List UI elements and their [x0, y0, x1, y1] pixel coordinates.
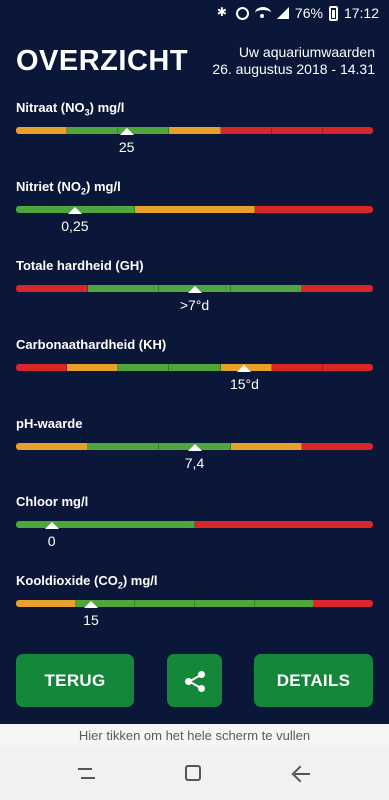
wifi-icon	[254, 7, 271, 19]
metric-row: Nitraat (NO3) mg/l 25	[16, 100, 373, 155]
alarm-icon	[235, 6, 249, 20]
metric-scale-bar	[16, 127, 373, 134]
scale-segment-red	[16, 364, 68, 371]
metric-label-unit: ) mg/l	[86, 179, 121, 194]
metric-row: Nitriet (NO2) mg/l 0,25	[16, 179, 373, 234]
metric-row: Kooldioxide (CO2) mg/l 15	[16, 573, 373, 628]
metric-label-text: Nitriet (NO	[16, 179, 81, 194]
scale-segment-red	[195, 521, 373, 528]
metric-value: >7°d	[179, 297, 210, 313]
marker-triangle-icon	[237, 365, 252, 372]
scale-segment-red	[314, 600, 373, 607]
signal-icon	[276, 7, 289, 19]
scale-segment-orange	[230, 443, 303, 450]
scale-segment-orange	[135, 206, 255, 213]
marker-triangle-icon	[187, 286, 202, 293]
metric-row: Totale hardheid (GH) >7°d	[16, 258, 373, 313]
marker-triangle-icon	[119, 128, 134, 135]
scale-segment-red	[16, 285, 88, 292]
metric-label-text: Kooldioxide (CO	[16, 573, 118, 588]
metric-value: 0	[47, 533, 56, 549]
navigation-bar	[0, 747, 389, 800]
metric-value: 0,25	[61, 218, 89, 234]
metric-label-text: Carbonaathardheid (KH)	[16, 337, 167, 352]
scale-segment-green	[67, 127, 119, 134]
metric-label: Kooldioxide (CO2) mg/l	[16, 573, 373, 591]
metric-label: pH-waarde	[16, 416, 373, 434]
scale-segment-orange	[169, 127, 221, 134]
scale-segment-red	[220, 127, 272, 134]
metric-label-text: Chloor mg/l	[16, 494, 89, 509]
scale-segment-green	[195, 600, 255, 607]
metric-row: pH-waarde 7,4	[16, 416, 373, 471]
scale-segment-green	[16, 521, 195, 528]
header-subtitle: Uw aquariumwaarden	[238, 44, 375, 60]
metric-label-text: Nitraat (NO	[16, 100, 85, 115]
scale-segment-green	[87, 443, 160, 450]
metric-label: Carbonaathardheid (KH)	[16, 337, 373, 355]
status-icons: 76% 17:12	[216, 5, 379, 21]
header-info: Uw aquariumwaarden 26. augustus 2018 - 1…	[212, 44, 375, 78]
metric-label: Totale hardheid (GH)	[16, 258, 373, 276]
metric-row: Carbonaathardheid (KH) 15°d	[16, 337, 373, 392]
scale-segment-red	[254, 206, 373, 213]
scale-segment-green	[87, 285, 160, 292]
back-button-label: TERUG	[44, 670, 106, 690]
scale-segment-green	[230, 285, 303, 292]
page-title: OVERZICHT	[16, 45, 189, 77]
scale-segment-green	[169, 364, 221, 371]
scale-segment-orange	[67, 364, 119, 371]
header-datetime: 26. augustus 2018 - 14.31	[212, 61, 375, 77]
back-button[interactable]: TERUG	[16, 654, 134, 707]
back-arrow-icon[interactable]	[292, 765, 312, 783]
share-icon	[184, 670, 206, 692]
scale-segment-red	[302, 285, 373, 292]
home-icon[interactable]	[185, 765, 201, 781]
metric-label-unit: ) mg/l	[89, 100, 125, 115]
metric-value: 15	[83, 612, 99, 628]
metric-label-text: Totale hardheid (GH)	[16, 258, 144, 273]
clock: 17:12	[343, 5, 379, 21]
metric-value: 7,4	[184, 455, 205, 471]
scale-segment-red	[322, 364, 373, 371]
marker-triangle-icon	[44, 522, 59, 529]
metric-value: 15°d	[229, 376, 259, 392]
marker-triangle-icon	[83, 601, 98, 608]
share-button[interactable]	[167, 654, 222, 707]
marker-triangle-icon	[67, 207, 82, 214]
details-button-label: DETAILS	[276, 670, 351, 690]
metric-scale-bar	[16, 364, 373, 371]
scale-segment-red	[302, 443, 373, 450]
metric-label: Nitriet (NO2) mg/l	[16, 179, 373, 197]
bluetooth-icon	[216, 5, 230, 20]
scale-segment-green	[135, 600, 196, 607]
scale-segment-orange	[16, 127, 68, 134]
scale-segment-red	[271, 127, 323, 134]
scale-segment-green	[118, 364, 170, 371]
metric-value: 25	[118, 139, 135, 155]
metric-label: Chloor mg/l	[16, 494, 373, 512]
recent-apps-icon[interactable]	[76, 765, 96, 783]
metric-label-text: pH-waarde	[16, 416, 83, 431]
scale-segment-red	[271, 364, 323, 371]
status-bar: 76% 17:12	[0, 0, 389, 28]
metric-label-unit: ) mg/l	[122, 573, 158, 588]
battery-icon	[328, 5, 338, 21]
scale-segment-red	[322, 127, 373, 134]
fill-screen-hint[interactable]: Hier tikken om het hele scherm te vullen	[0, 724, 389, 747]
scale-segment-orange	[16, 443, 88, 450]
details-button[interactable]: DETAILS	[254, 654, 373, 707]
metric-scale-bar	[16, 600, 373, 607]
marker-triangle-icon	[187, 444, 202, 451]
scale-segment-orange	[16, 600, 76, 607]
metric-scale-bar	[16, 521, 373, 528]
battery-percent: 76%	[294, 5, 323, 21]
metric-label: Nitraat (NO3) mg/l	[16, 100, 373, 118]
metric-row: Chloor mg/l 0	[16, 494, 373, 549]
scale-segment-green	[254, 600, 315, 607]
